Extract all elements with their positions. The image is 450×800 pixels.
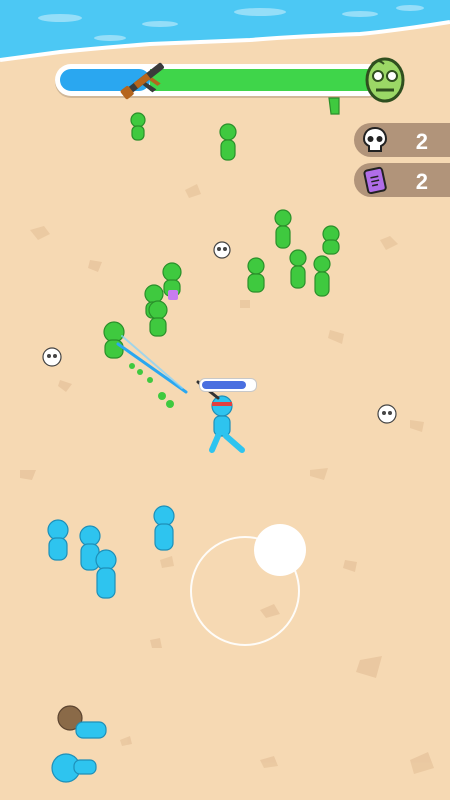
skull-pickup[interactable] xyxy=(377,404,397,424)
assault-rifle-icon xyxy=(120,62,164,100)
zombie xyxy=(219,123,237,161)
wave-remaining-fill xyxy=(150,69,380,91)
zombie xyxy=(313,255,331,297)
player-health-bar xyxy=(199,378,257,392)
ally-soldier xyxy=(153,505,175,551)
card-icon xyxy=(363,166,387,195)
cards-count: 2 xyxy=(415,169,428,194)
zombie xyxy=(289,249,307,289)
skull-pickup[interactable] xyxy=(213,241,231,259)
kills-counter: 2 xyxy=(354,123,450,157)
zombie-head-icon xyxy=(365,57,405,103)
kills-count: 2 xyxy=(415,129,428,154)
zombie xyxy=(247,257,265,293)
joystick-knob[interactable] xyxy=(254,524,306,576)
zombie xyxy=(328,97,340,115)
wave-progress-bar xyxy=(55,64,385,96)
card-pickup[interactable] xyxy=(168,290,178,300)
skull-icon xyxy=(362,126,388,152)
cards-counter: 2 xyxy=(354,163,450,197)
skull-pickup[interactable] xyxy=(42,347,62,367)
ally-soldier xyxy=(95,549,117,599)
zombie xyxy=(274,209,292,249)
game-scene xyxy=(0,0,450,800)
player-health-fill xyxy=(202,381,246,389)
ally-soldier xyxy=(47,519,69,561)
zombie xyxy=(322,225,340,255)
